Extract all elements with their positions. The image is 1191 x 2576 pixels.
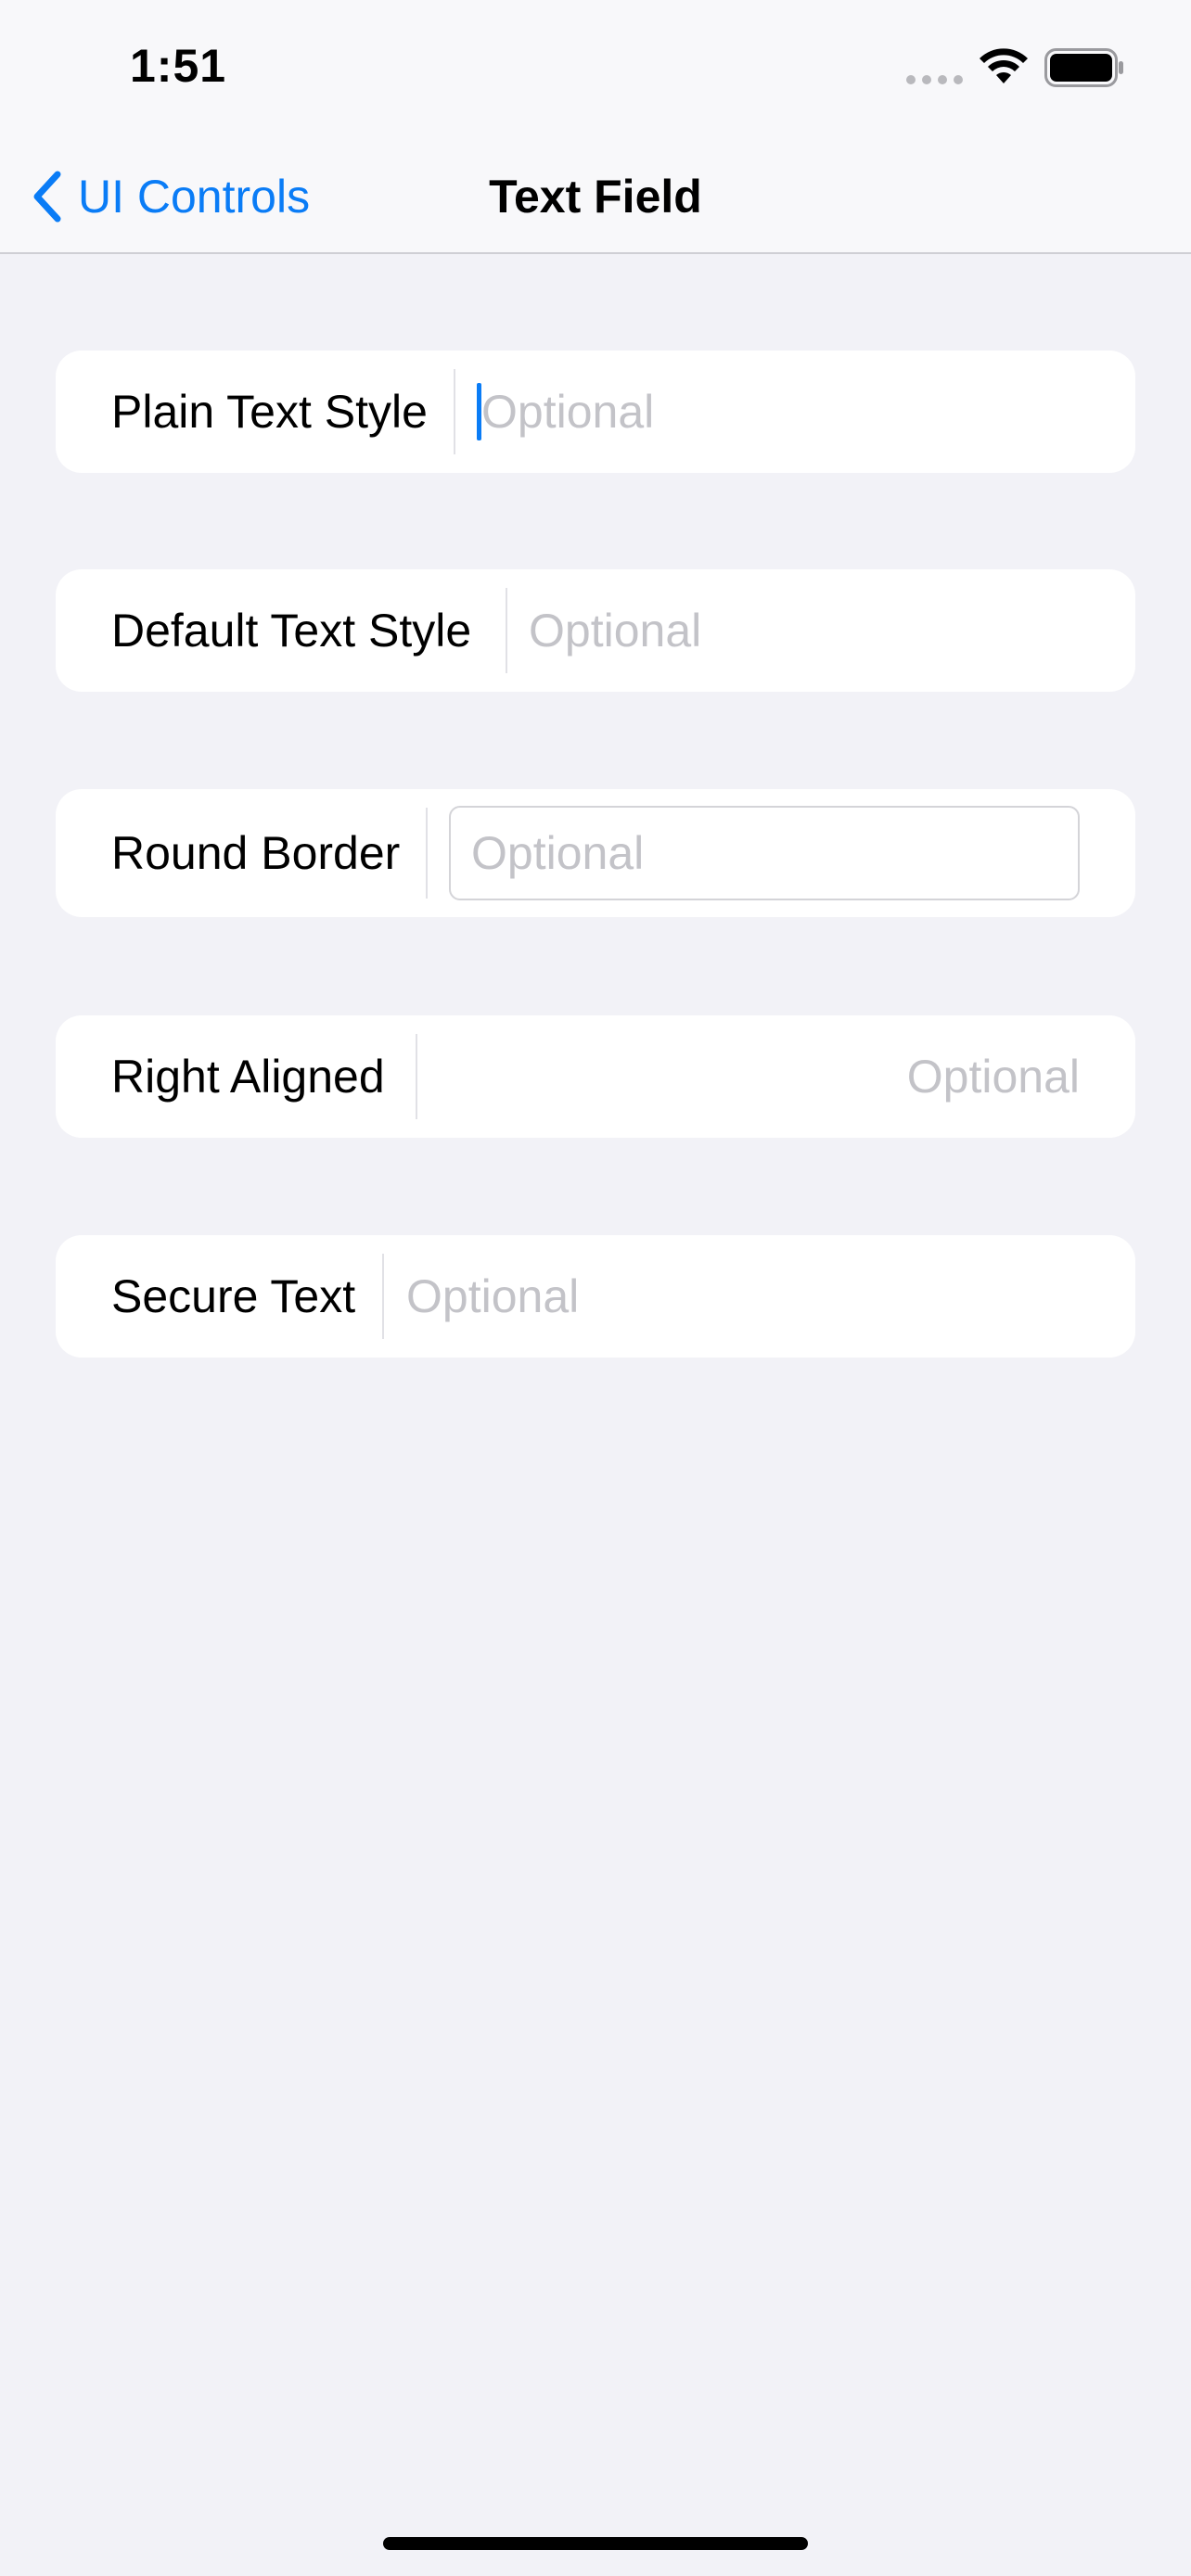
row-divider	[506, 588, 507, 673]
secure-text-field[interactable]: Optional	[406, 1235, 1074, 1358]
plain-text-style-placeholder: Optional	[481, 386, 655, 438]
status-bar: 1:51	[0, 0, 1191, 139]
wifi-icon	[980, 48, 1028, 83]
secure-text-placeholder: Optional	[406, 1270, 580, 1322]
chevron-left-icon	[33, 171, 61, 223]
back-button-label: UI Controls	[78, 171, 311, 223]
row-divider	[454, 369, 455, 454]
status-time: 1:51	[130, 40, 227, 92]
round-border-field[interactable]: Optional	[449, 806, 1080, 900]
default-text-style-placeholder: Optional	[529, 605, 702, 657]
plain-text-style-label: Plain Text Style	[111, 386, 428, 438]
row-divider	[382, 1254, 384, 1339]
default-text-style-field[interactable]: Optional	[529, 569, 1104, 692]
right-aligned-field[interactable]: Optional	[438, 1015, 1080, 1138]
back-button[interactable]: UI Controls	[28, 159, 310, 234]
row-divider	[416, 1034, 417, 1119]
round-border-row: Round Border Optional	[56, 789, 1135, 917]
round-border-placeholder: Optional	[471, 827, 645, 879]
navigation-bar: Text Field UI Controls	[0, 139, 1191, 254]
default-text-style-label: Default Text Style	[111, 605, 472, 657]
right-aligned-label: Right Aligned	[111, 1051, 385, 1103]
home-indicator[interactable]	[383, 2537, 808, 2550]
plain-text-style-field[interactable]: Optional	[477, 351, 1108, 473]
battery-icon	[1044, 48, 1123, 87]
secure-text-row: Secure Text Optional	[56, 1235, 1135, 1358]
right-aligned-placeholder: Optional	[906, 1051, 1080, 1103]
plain-text-style-row: Plain Text Style Optional	[56, 351, 1135, 473]
right-aligned-row: Right Aligned Optional	[56, 1015, 1135, 1138]
row-divider	[426, 808, 428, 899]
signal-dots-icon	[906, 75, 963, 84]
round-border-label: Round Border	[111, 827, 401, 879]
secure-text-label: Secure Text	[111, 1270, 356, 1322]
default-text-style-row: Default Text Style Optional	[56, 569, 1135, 692]
